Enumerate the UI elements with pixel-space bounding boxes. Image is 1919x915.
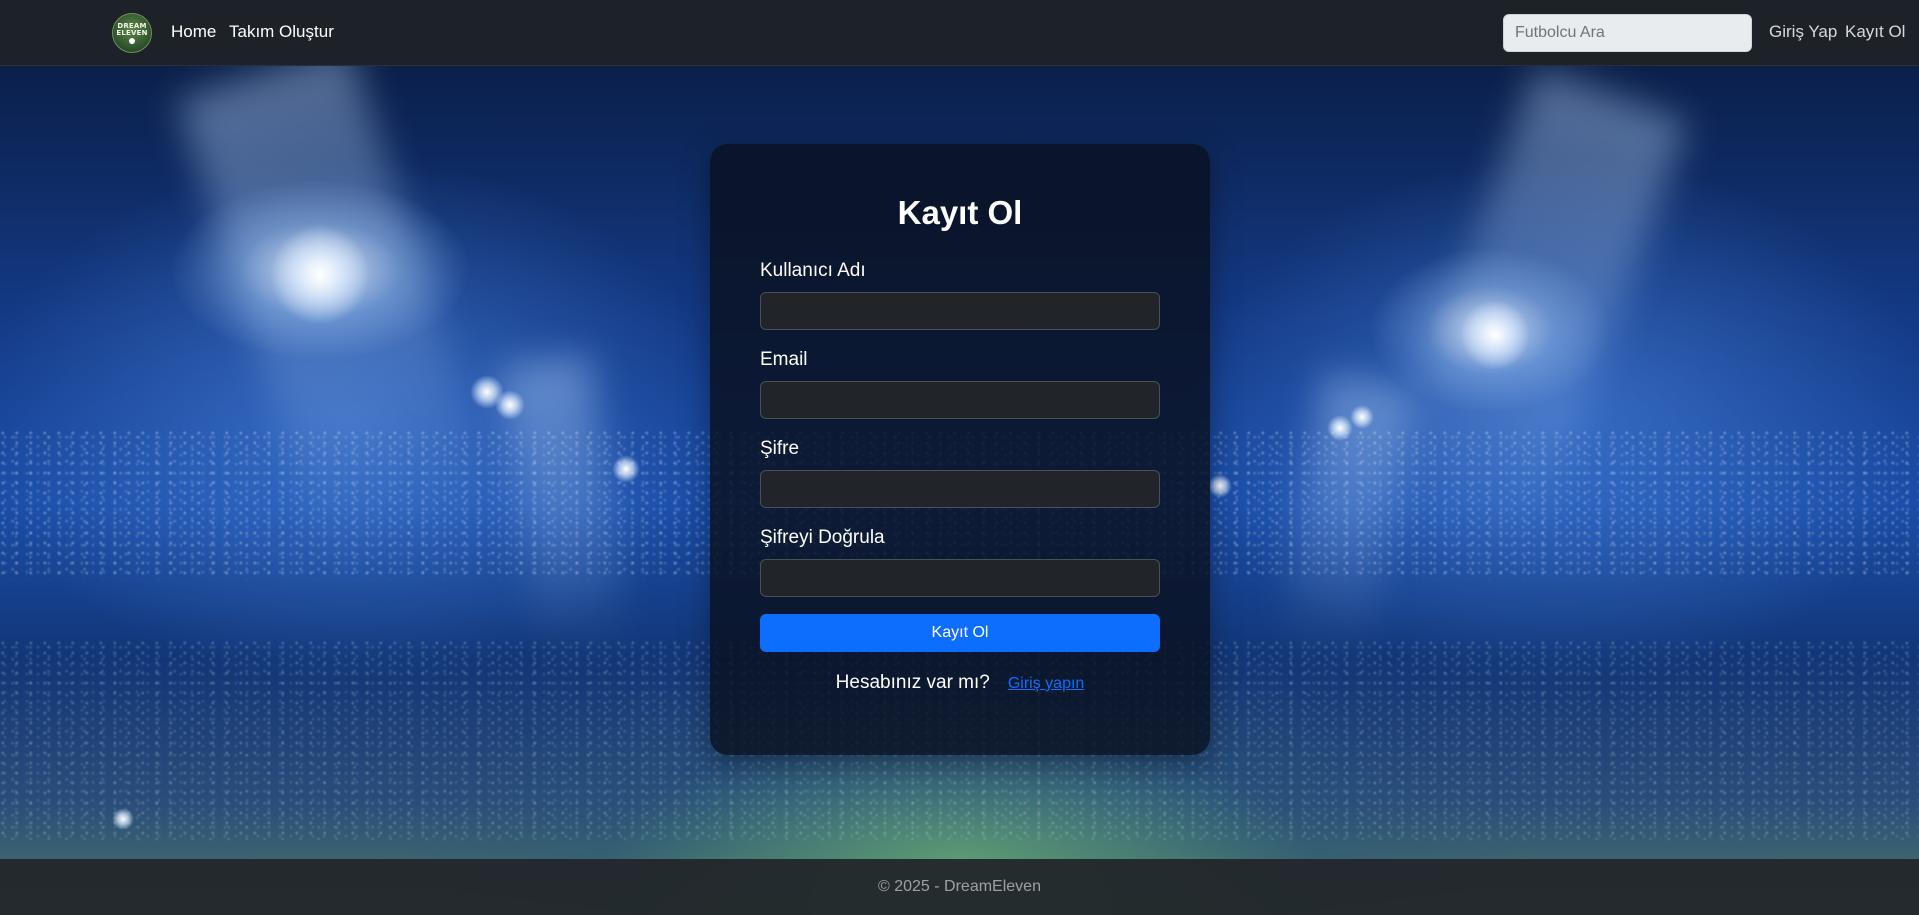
username-input[interactable]: [760, 292, 1160, 330]
password-label: Şifre: [760, 438, 800, 459]
have-account-text: Hesabınız var mı?: [835, 672, 990, 693]
email-label: Email: [760, 349, 808, 370]
player-search-input[interactable]: [1503, 14, 1752, 52]
username-label: Kullanıcı Adı: [760, 260, 866, 281]
top-navbar: DREAM ELEVEN Home Takım Oluştur Giriş Ya…: [0, 0, 1919, 66]
dreameleven-logo[interactable]: DREAM ELEVEN: [112, 13, 152, 53]
page-footer: © 2025 - DreamEleven: [0, 859, 1919, 915]
nav-login-link[interactable]: Giriş Yap: [1769, 22, 1837, 42]
soccer-ball-icon: [129, 37, 135, 44]
email-input[interactable]: [760, 381, 1160, 419]
copyright-text: © 2025 - DreamEleven: [878, 878, 1041, 895]
confirm-password-input[interactable]: [760, 559, 1160, 597]
logo-text-line2: ELEVEN: [116, 28, 148, 37]
nav-register-link[interactable]: Kayıt Ol: [1845, 22, 1905, 42]
register-submit-button[interactable]: Kayıt Ol: [760, 614, 1160, 652]
nav-create-team-link[interactable]: Takım Oluştur: [229, 22, 334, 42]
register-title: Kayıt Ol: [897, 194, 1023, 231]
login-link[interactable]: Giriş yapın: [1008, 675, 1084, 693]
password-input[interactable]: [760, 470, 1160, 508]
nav-home-link[interactable]: Home: [171, 22, 216, 42]
register-card: Kayıt Ol Kullanıcı Adı Email Şifre Şifre…: [710, 144, 1210, 755]
login-prompt: Hesabınız var mı? Giriş yapın: [710, 672, 1210, 694]
confirm-password-label: Şifreyi Doğrula: [760, 527, 885, 548]
